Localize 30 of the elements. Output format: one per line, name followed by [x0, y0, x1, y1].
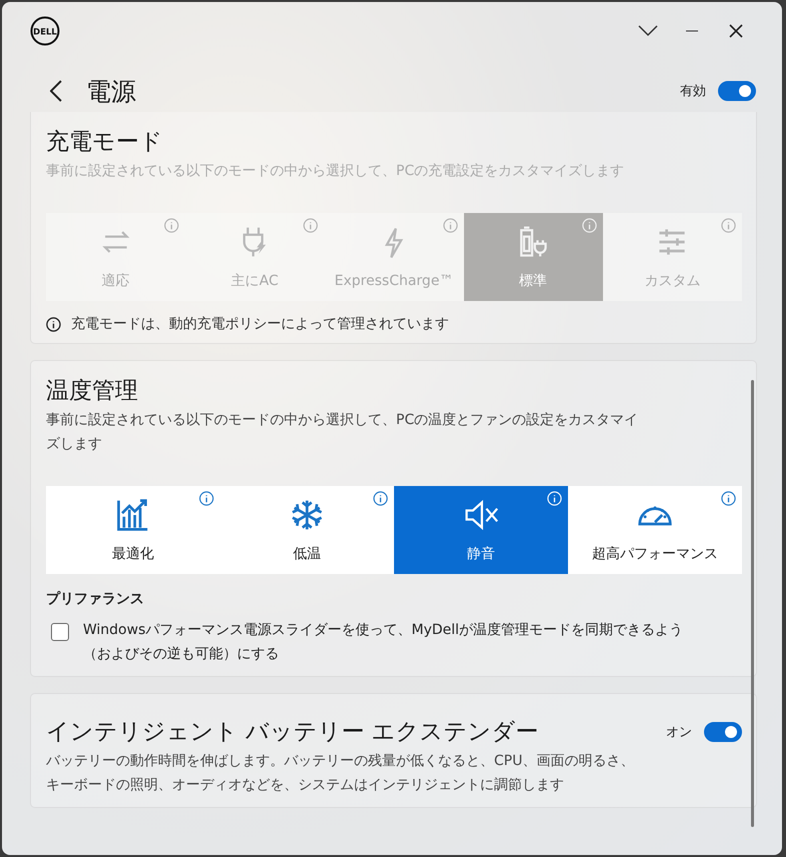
page-title: 電源 [86, 76, 136, 108]
mode-tile[interactable]: 低温 [220, 486, 394, 574]
toggle-label: 有効 [680, 83, 706, 100]
info-icon[interactable] [373, 491, 388, 506]
section-description: 事前に設定されている以下のモードの中から選択して、PCの充電設定をカスタマイズします [46, 162, 626, 181]
info-icon[interactable] [721, 491, 736, 506]
toggle-switch[interactable] [718, 81, 756, 101]
close-icon [729, 24, 743, 38]
info-icon[interactable] [199, 491, 214, 506]
mode-tile[interactable]: 超高パフォーマンス [568, 486, 742, 574]
section-title: 充電モード [46, 128, 163, 157]
back-icon [50, 80, 62, 102]
minimize-icon [686, 30, 698, 32]
info-icon [46, 316, 61, 332]
toggle-label: オン [666, 724, 692, 740]
note-text: 充電モードは、動的充電ポリシーによって管理されています [71, 315, 449, 333]
scrollbar[interactable] [751, 380, 754, 827]
mode-icon [463, 497, 499, 533]
section-title: 温度管理 [46, 377, 138, 406]
mode-tile[interactable]: 静音 [394, 486, 568, 574]
section-description: 事前に設定されている以下のモードの中から選択して、PCの温度とファンの設定をカスタマイズします [46, 411, 640, 454]
preference-heading: プリファランス [46, 590, 145, 608]
chevron-down-icon [638, 25, 658, 37]
toggle-switch[interactable] [704, 722, 742, 742]
checkbox[interactable] [51, 623, 69, 641]
logo: DELL [30, 16, 60, 46]
checkbox-label: Windowsパフォーマンス電源スライダーを使って、MyDellが温度管理モードを同期できるよう（およびその逆も可能）にする [83, 621, 684, 664]
section-description: バッテリーの動作時間を伸ばします。バッテリーの残量が低くなると、CPU、画面の明るさ、キーボードの照明、オーディオなどを、システムはインテリジェントに調節します [46, 752, 636, 795]
mode-tile[interactable]: 最適化 [46, 486, 220, 574]
section-title: インテリジェント バッテリー エクステンダー [46, 718, 539, 747]
